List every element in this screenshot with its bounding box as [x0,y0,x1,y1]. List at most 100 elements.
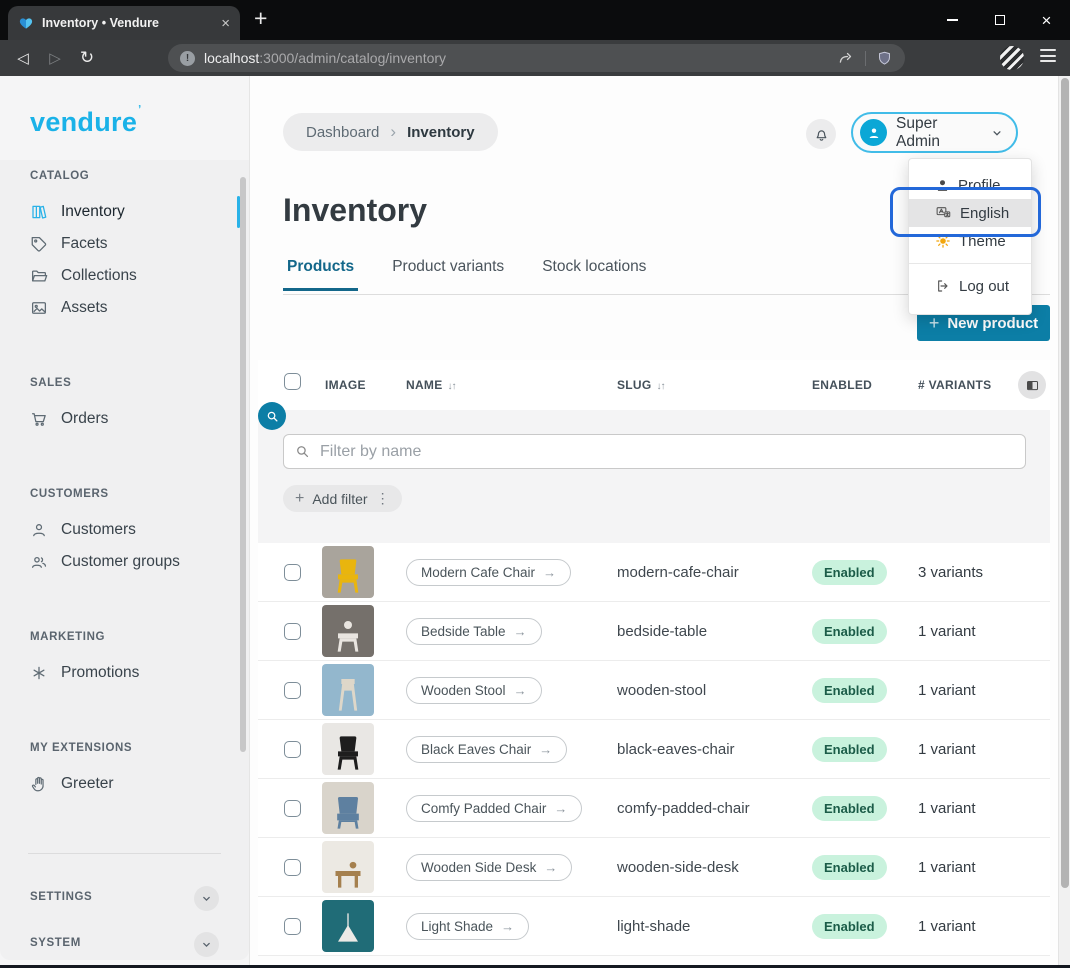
user-dropdown-menu: Profile English Theme Log out [908,158,1032,315]
row-checkbox[interactable] [284,741,301,758]
back-button[interactable]: ◁ [8,40,38,76]
product-image [322,782,374,834]
reload-button[interactable]: ↻ [72,40,102,76]
menu-item-language[interactable]: English [909,199,1031,227]
sidebar-item-label: Greeter [61,775,114,793]
columns-icon [1025,378,1040,393]
browser-toolbar: ◁ ▷ ↻ ! localhost:3000/admin/catalog/inv… [0,40,1070,76]
window-close-button[interactable]: × [1023,0,1070,40]
product-name-link[interactable]: Modern Cafe Chair→ [406,559,571,586]
add-filter-button[interactable]: + Add filter ⋮ [283,485,402,512]
tab-products[interactable]: Products [283,258,358,291]
variant-count: 1 variant [918,918,976,935]
row-checkbox[interactable] [284,682,301,699]
sidebar-item-label: Inventory [61,203,125,221]
product-name-link[interactable]: Wooden Stool→ [406,677,542,704]
table-header-row: IMAGE NAME↓↑ SLUG↓↑ ENABLED # VARIANTS [258,360,1050,410]
window-minimize-button[interactable] [929,0,976,40]
sidebar-item-facets[interactable]: Facets [0,228,249,260]
sidebar-item-orders[interactable]: Orders [0,403,249,435]
translate-icon [935,205,952,222]
window-maximize-button[interactable] [976,0,1023,40]
row-checkbox[interactable] [284,623,301,640]
status-badge: Enabled [812,796,887,821]
product-name-link[interactable]: Black Eaves Chair→ [406,736,567,763]
search-toggle-button[interactable] [258,402,286,430]
notifications-button[interactable] [806,119,836,149]
users-icon [30,553,48,571]
menu-item-logout[interactable]: Log out [909,272,1031,300]
plus-icon: + [929,313,940,334]
user-menu-button[interactable]: Super Admin [851,112,1018,153]
arrow-right-icon: → [543,565,556,580]
sidebar-item-collections[interactable]: Collections [0,260,249,292]
sidebar-scrollbar-thumb[interactable] [240,177,246,752]
sidebar-section-settings[interactable]: SETTINGS [0,882,249,914]
chevron-down-icon [200,892,213,905]
column-header-name[interactable]: NAME↓↑ [406,378,456,392]
sidebar-item-label: Customers [61,521,136,539]
forward-button[interactable]: ▷ [40,40,70,76]
plus-icon: + [295,490,304,508]
column-header-slug[interactable]: SLUG↓↑ [617,378,665,392]
sort-icon: ↓↑ [657,381,665,392]
sidebar-item-inventory[interactable]: Inventory [0,196,249,228]
kebab-menu-icon[interactable]: ⋮ [376,490,390,507]
sidebar-section-system[interactable]: SYSTEM [0,928,249,960]
product-slug: light-shade [617,918,690,935]
tab-stock-locations[interactable]: Stock locations [538,258,650,291]
product-name-link[interactable]: Bedside Table→ [406,618,542,645]
settings-expand-button[interactable] [194,886,219,911]
status-badge: Enabled [812,619,887,644]
filter-by-name-input[interactable] [283,434,1026,469]
maximize-icon [995,15,1005,25]
sidebar-item-assets[interactable]: Assets [0,292,249,324]
column-header-variants: # VARIANTS [918,378,991,392]
arrow-right-icon: → [544,860,557,875]
search-icon [265,409,280,424]
tab-close-icon[interactable]: × [221,16,230,31]
column-picker-button[interactable] [1018,371,1046,399]
sidebar-item-label: Customer groups [61,553,180,571]
share-icon[interactable] [837,49,855,67]
breadcrumb-dashboard[interactable]: Dashboard [306,124,379,141]
sidebar-item-promotions[interactable]: Promotions [0,657,249,689]
product-name-link[interactable]: Light Shade→ [406,913,529,940]
tab-product-variants[interactable]: Product variants [388,258,508,291]
nav-section-marketing: MARKETING Promotions [0,631,249,689]
table-row: Wooden Stool→ wooden-stool Enabled 1 var… [258,661,1050,720]
product-name-link[interactable]: Wooden Side Desk→ [406,854,572,881]
select-all-checkbox[interactable] [284,373,301,390]
breadcrumb-inventory[interactable]: Inventory [407,124,475,141]
new-tab-button[interactable]: + [254,5,267,32]
products-table: IMAGE NAME↓↑ SLUG↓↑ ENABLED # VARIANTS [258,360,1050,956]
chevron-down-icon [200,938,213,951]
variant-count: 1 variant [918,859,976,876]
system-expand-button[interactable] [194,932,219,957]
menu-item-theme[interactable]: Theme [909,227,1031,255]
address-bar[interactable]: ! localhost:3000/admin/catalog/inventory [168,44,905,72]
variant-count: 1 variant [918,741,976,758]
browser-menu-icon[interactable] [1040,49,1056,62]
sun-icon [935,233,951,249]
arrow-right-icon: → [514,624,527,639]
user-avatar [860,119,887,146]
vendure-logo[interactable]: vendureʼ [30,104,142,138]
row-checkbox[interactable] [284,918,301,935]
site-info-icon[interactable]: ! [180,51,195,66]
page-scrollbar[interactable] [1058,76,1070,965]
sidebar-item-greeter[interactable]: Greeter [0,768,249,800]
bell-icon [813,126,830,143]
row-checkbox[interactable] [284,564,301,581]
sidebar-item-customer-groups[interactable]: Customer groups [0,546,249,578]
brave-shield-icon[interactable] [876,50,893,67]
sidebar-item-customers[interactable]: Customers [0,514,249,546]
product-name-link[interactable]: Comfy Padded Chair→ [406,795,582,822]
menu-item-profile[interactable]: Profile [909,171,1031,199]
row-checkbox[interactable] [284,859,301,876]
scrollbar-thumb[interactable] [1061,78,1069,888]
browser-profile-avatar[interactable] [1000,46,1024,70]
browser-tab[interactable]: Inventory • Vendure × [8,6,240,40]
row-checkbox[interactable] [284,800,301,817]
status-badge: Enabled [812,855,887,880]
